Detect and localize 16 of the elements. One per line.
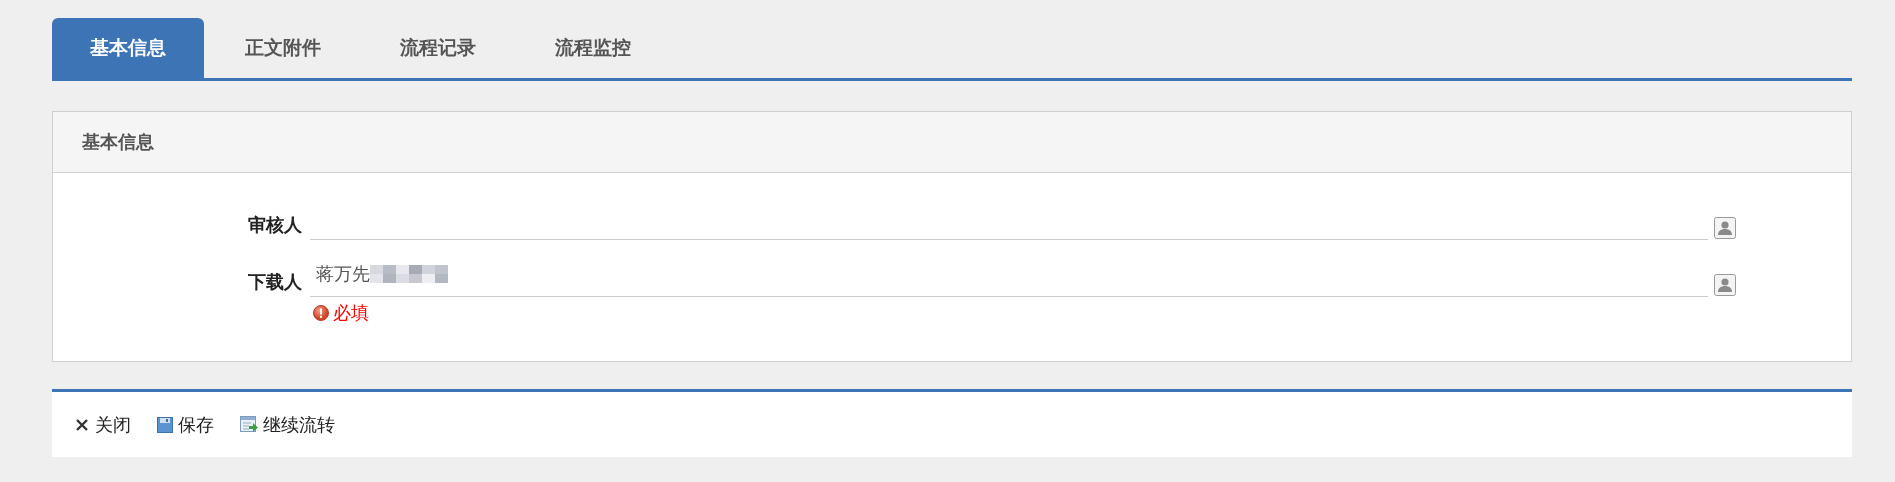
tab[interactable]: 基本信息 [52,18,204,78]
close-icon [74,416,90,433]
input-field[interactable]: 蒋万先 [310,252,1708,297]
forward-button[interactable]: 继续流转 [240,412,335,437]
panel-title: 基本信息 [82,130,154,154]
error-icon [313,305,329,321]
field-label: 审核人 [247,213,303,237]
error-message: 必填 [333,301,369,325]
field-label: 下载人 [247,270,303,294]
tab[interactable]: 流程记录 [362,18,514,78]
tab[interactable]: 流程监控 [517,18,669,78]
person-picker-icon[interactable] [1714,274,1736,296]
tab[interactable]: 正文附件 [207,18,359,78]
save-button[interactable]: 保存 [157,412,214,437]
person-picker-icon[interactable] [1714,217,1736,239]
close-button[interactable]: 关闭 [74,412,131,437]
